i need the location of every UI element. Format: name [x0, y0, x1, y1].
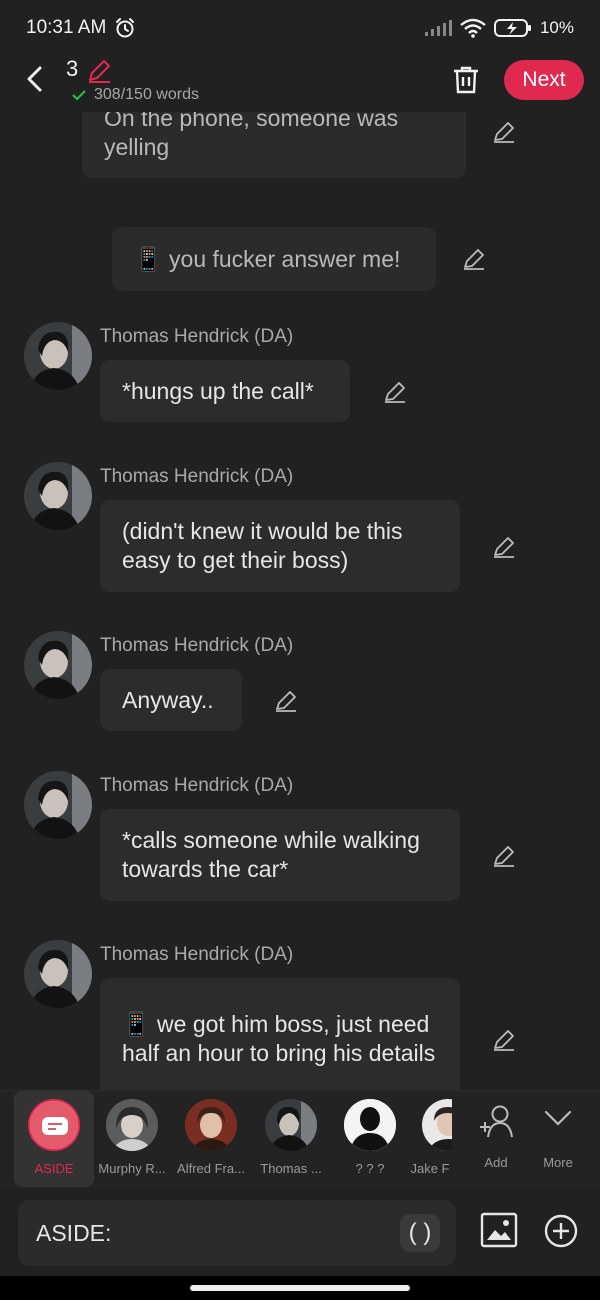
more-characters-button[interactable]: More [518, 1091, 598, 1187]
aside-avatar [28, 1099, 80, 1151]
chapter-number: 3 [66, 56, 79, 81]
word-count: 308/150 words [72, 86, 199, 104]
character-label: Thomas ... [260, 1161, 322, 1176]
edit-icon[interactable] [492, 120, 516, 149]
plus-circle-icon [544, 1214, 578, 1248]
composer: ASIDE: ( ) [0, 1200, 600, 1270]
home-indicator[interactable] [190, 1285, 410, 1291]
status-time: 10:31 AM [26, 17, 107, 38]
add-person-icon [478, 1103, 516, 1144]
character-name: Thomas Hendrick (DA) [100, 944, 294, 965]
back-button[interactable] [18, 62, 52, 96]
character-label: Murphy R... [98, 1161, 166, 1176]
narration-bubble[interactable]: On the phone, someone was yelling [82, 112, 466, 178]
character-name: Thomas Hendrick (DA) [100, 326, 294, 347]
title-edit-icon[interactable] [86, 58, 112, 89]
avatar [185, 1099, 237, 1151]
chevron-left-icon [27, 66, 42, 92]
trash-icon [454, 66, 478, 94]
character-label: ? ? ? [355, 1161, 385, 1176]
image-icon [480, 1212, 518, 1248]
character-murphy[interactable]: Murphy R... [92, 1091, 172, 1187]
avatar [344, 1099, 396, 1151]
edit-icon[interactable] [492, 1028, 516, 1057]
message-bubble[interactable]: *hungs up the call* [100, 360, 350, 422]
edit-icon[interactable] [492, 844, 516, 873]
wifi-icon [460, 18, 486, 38]
message-bubble[interactable]: *calls someone while walking towards the… [100, 809, 460, 901]
navigation-bar [0, 1276, 600, 1300]
parentheses-button[interactable]: ( ) [400, 1214, 440, 1252]
battery-charging-icon [493, 18, 532, 38]
battery-percent: 10% [539, 18, 574, 37]
edit-icon[interactable] [383, 380, 407, 409]
chevron-down-icon [544, 1109, 572, 1132]
message-bubble[interactable]: (didn't knew it would be this easy to ge… [100, 500, 460, 592]
edit-icon[interactable] [462, 247, 486, 276]
signal-icon [424, 19, 452, 37]
check-icon [72, 90, 86, 101]
message-bubble[interactable]: Anyway.. [100, 669, 242, 731]
delete-button[interactable] [450, 64, 482, 101]
edit-icon[interactable] [274, 689, 298, 718]
message-input[interactable]: ASIDE: ( ) [18, 1200, 456, 1266]
edit-icon[interactable] [492, 535, 516, 564]
avatar[interactable] [24, 322, 92, 390]
character-name: Thomas Hendrick (DA) [100, 466, 294, 487]
chat-bubble-icon [30, 1101, 78, 1149]
insert-image-button[interactable] [480, 1212, 518, 1253]
avatar [422, 1099, 452, 1151]
message-list[interactable]: On the phone, someone was yelling 📱 you … [0, 112, 600, 1090]
avatar[interactable] [24, 631, 92, 699]
character-aside[interactable]: ASIDE [14, 1091, 94, 1187]
character-label: Jake F [410, 1161, 450, 1176]
character-alfred[interactable]: Alfred Fra... [171, 1091, 251, 1187]
top-bar: 3 308/150 words Next [0, 56, 600, 112]
avatar[interactable] [24, 771, 92, 839]
avatar [106, 1099, 158, 1151]
message-bubble[interactable]: 📱 we got him boss, just need half an hou… [100, 978, 460, 1090]
next-button[interactable]: Next [504, 60, 584, 100]
avatar[interactable] [24, 462, 92, 530]
character-unknown[interactable]: ? ? ? [330, 1091, 410, 1187]
more-label: More [543, 1155, 573, 1170]
add-button[interactable] [544, 1214, 578, 1253]
character-selector: ASIDE Murphy R... Alfred Fra... Thomas .… [0, 1090, 600, 1188]
character-name: Thomas Hendrick (DA) [100, 635, 294, 656]
avatar[interactable] [24, 940, 92, 1008]
avatar [265, 1099, 317, 1151]
character-name: Thomas Hendrick (DA) [100, 775, 294, 796]
alarm-icon [114, 17, 136, 39]
input-prefix: ASIDE: [36, 1219, 112, 1246]
status-bar: 10:31 AM 10% [0, 0, 600, 56]
character-thomas[interactable]: Thomas ... [251, 1091, 331, 1187]
character-jake[interactable]: Jake F [408, 1091, 452, 1187]
narration-bubble[interactable]: 📱 you fucker answer me! [112, 227, 436, 291]
character-label: Alfred Fra... [177, 1161, 245, 1176]
character-label: ASIDE [34, 1161, 74, 1176]
word-count-text: 308/150 words [94, 86, 199, 103]
